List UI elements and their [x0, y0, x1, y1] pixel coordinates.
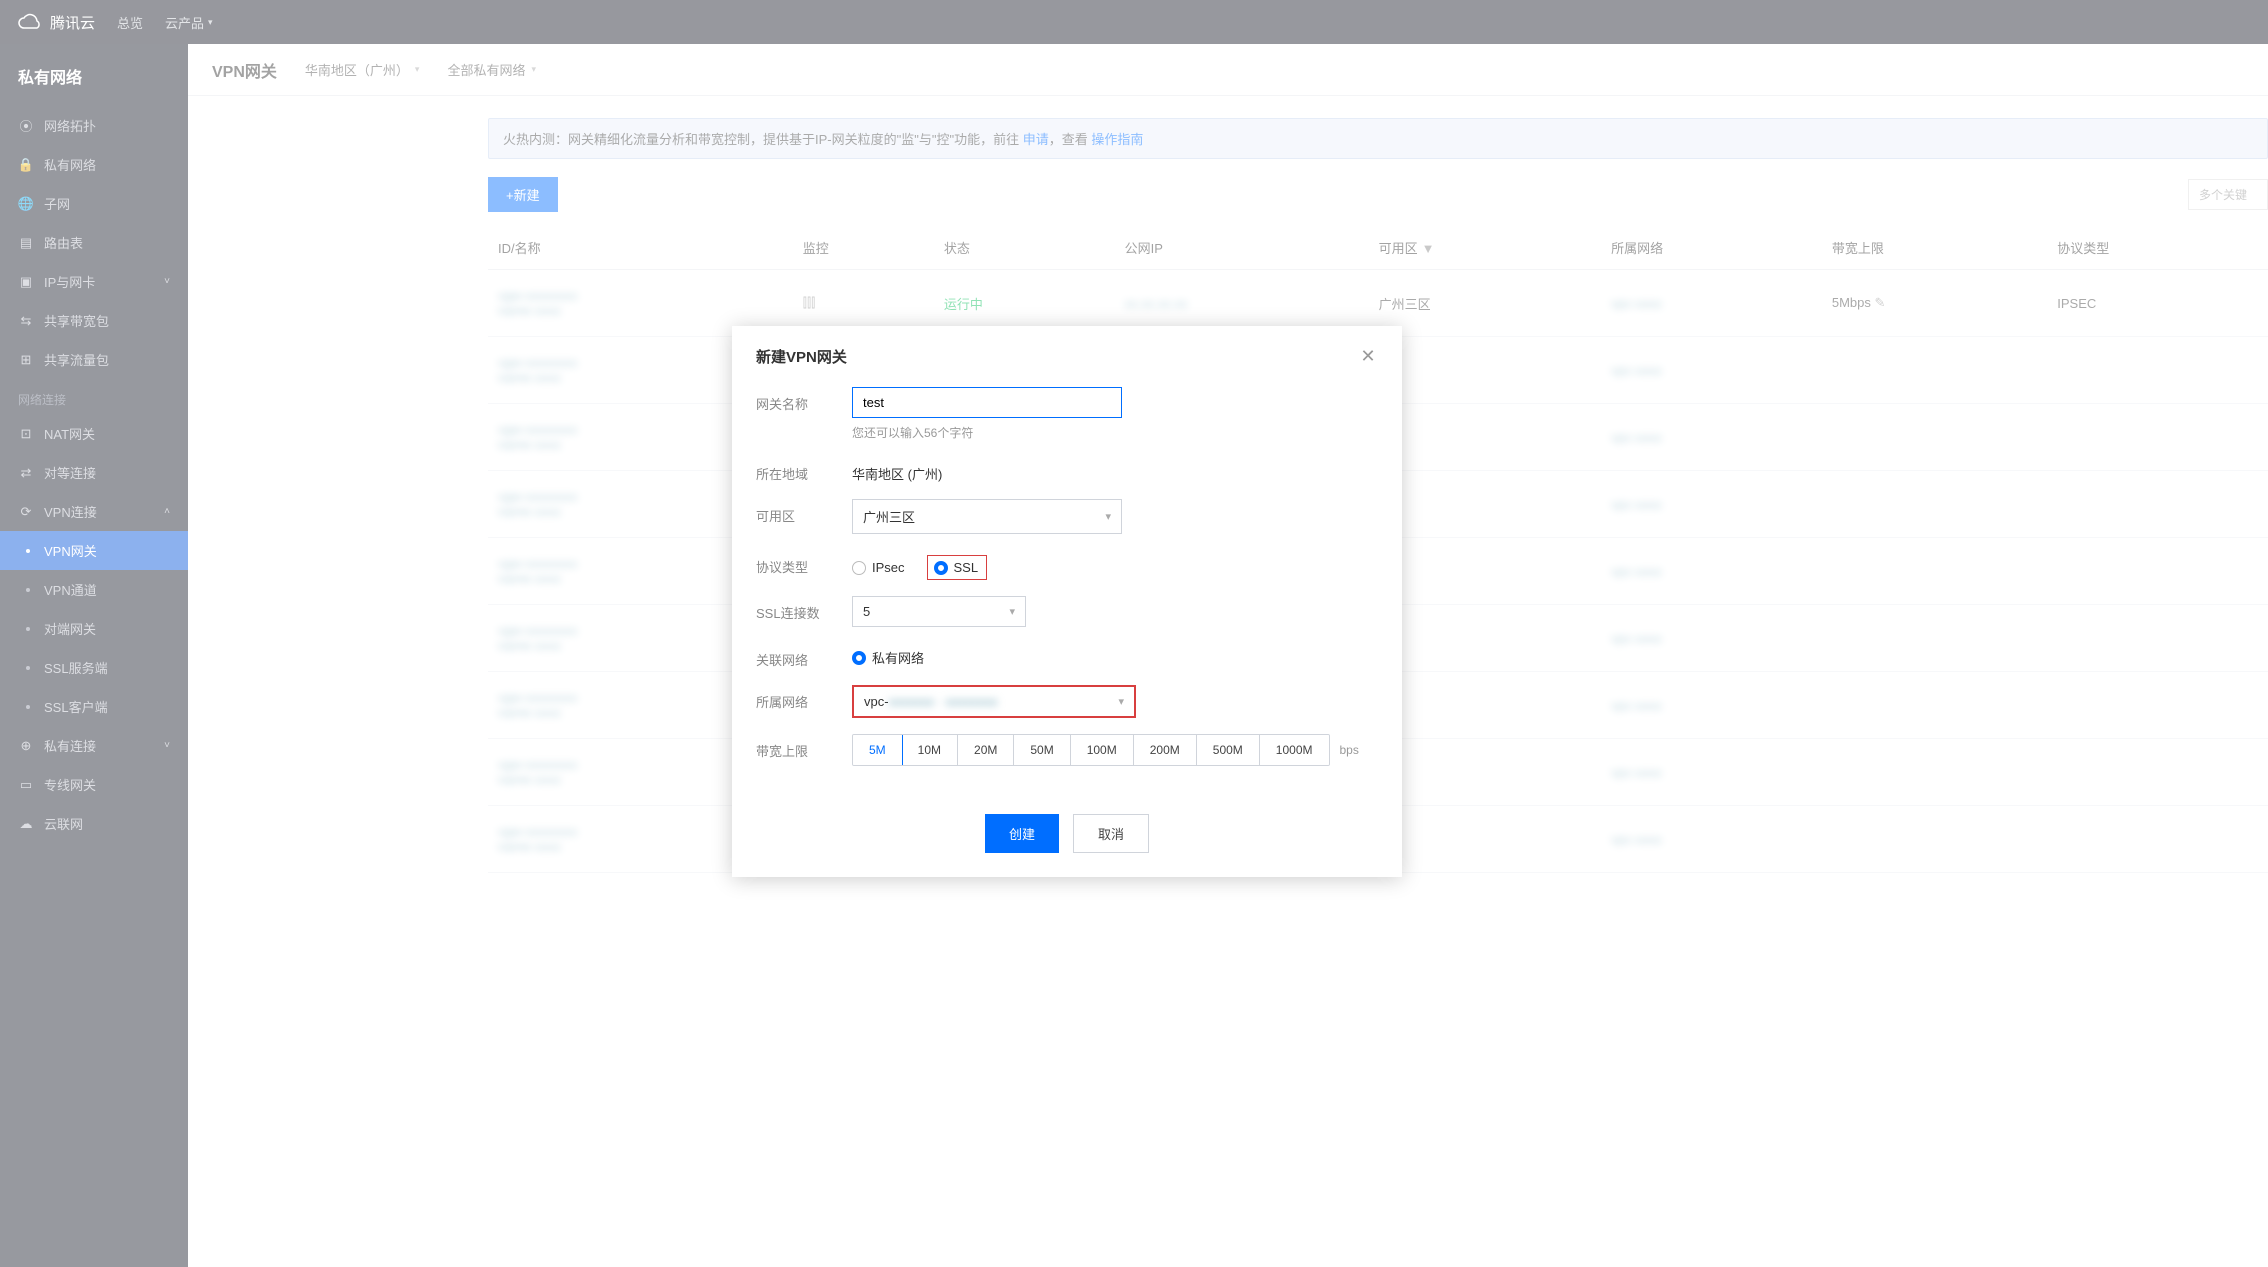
bw-option-1000M[interactable]: 1000M: [1260, 735, 1329, 765]
bw-unit: bps: [1340, 743, 1359, 757]
name-label: 网关名称: [756, 387, 852, 413]
create-button[interactable]: 创建: [985, 814, 1059, 853]
proto-ssl-radio[interactable]: SSL: [927, 555, 988, 580]
sslconn-label: SSL连接数: [756, 596, 852, 622]
assoc-label: 关联网络: [756, 643, 852, 669]
bw-option-5M[interactable]: 5M: [852, 734, 903, 766]
bw-option-100M[interactable]: 100M: [1071, 735, 1134, 765]
bw-option-500M[interactable]: 500M: [1197, 735, 1260, 765]
region-label: 所在地域: [756, 457, 852, 483]
assoc-vpc-radio[interactable]: 私有网络: [852, 648, 924, 667]
zone-select[interactable]: 广州三区▾: [852, 499, 1122, 534]
cancel-button[interactable]: 取消: [1073, 814, 1149, 853]
bw-option-200M[interactable]: 200M: [1134, 735, 1197, 765]
vpc-select[interactable]: vpc-xxxxxxx · xxxxxxxx▾: [854, 687, 1134, 716]
bw-option-50M[interactable]: 50M: [1014, 735, 1070, 765]
modal-title: 新建VPN网关: [756, 346, 847, 367]
vpc-label: 所属网络: [756, 685, 852, 711]
name-hint: 您还可以输入56个字符: [852, 424, 1378, 441]
bw-option-10M[interactable]: 10M: [902, 735, 958, 765]
create-vpn-modal: 新建VPN网关 ✕ 网关名称 您还可以输入56个字符 所在地域 华南地区 (广州…: [732, 326, 1402, 877]
name-input[interactable]: [852, 387, 1122, 418]
close-icon[interactable]: ✕: [1358, 347, 1378, 367]
sslconn-select[interactable]: 5▾: [852, 596, 1026, 627]
zone-label: 可用区: [756, 499, 852, 525]
bw-option-20M[interactable]: 20M: [958, 735, 1014, 765]
bw-label: 带宽上限: [756, 734, 852, 760]
bw-pills: 5M10M20M50M100M200M500M1000M: [852, 734, 1330, 766]
region-value: 华南地区 (广州): [852, 457, 1378, 483]
proto-ipsec-radio[interactable]: IPsec: [852, 560, 905, 575]
proto-label: 协议类型: [756, 550, 852, 576]
